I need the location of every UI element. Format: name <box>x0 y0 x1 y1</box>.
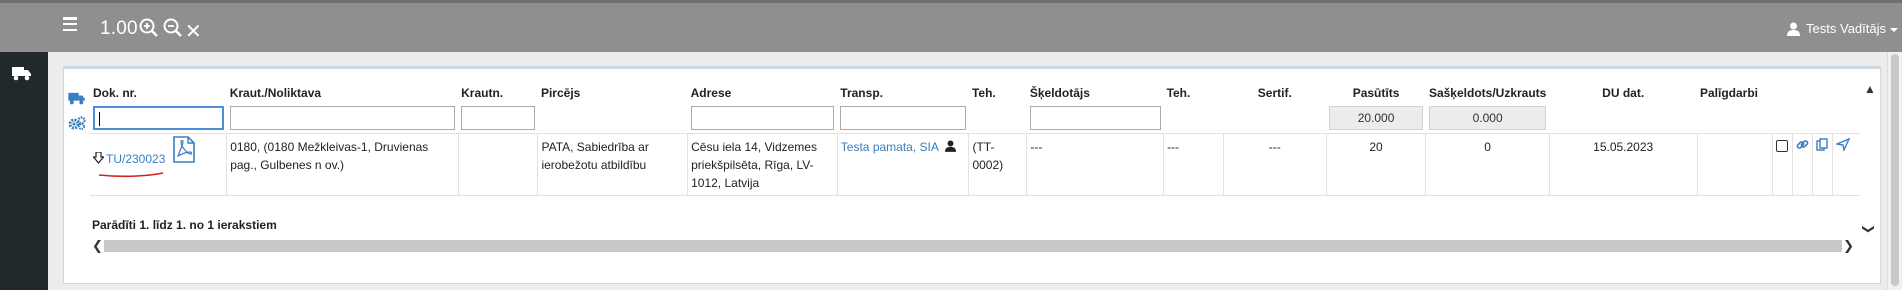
teh-cell: (TT-0002) <box>968 133 1027 196</box>
copy-cell <box>1812 133 1833 196</box>
table-row: TU/230023 0180, (0180 Mežkleivas-1, Druv… <box>90 133 1860 196</box>
user-menu[interactable]: Tests Vadītājs <box>1787 21 1898 36</box>
truck-icon[interactable] <box>12 66 32 86</box>
red-underline-annotation <box>98 172 164 178</box>
col-saskeldots[interactable]: Sašķeldots/Uzkrauts <box>1426 82 1549 104</box>
col-du-dat[interactable]: DU dat. <box>1549 82 1697 104</box>
krautn-filter-input[interactable] <box>461 106 535 130</box>
col-paligdarbi[interactable]: Palīgdarbi <box>1697 82 1773 104</box>
user-icon[interactable] <box>944 139 956 157</box>
download-icon[interactable] <box>92 151 105 169</box>
gears-icon[interactable] <box>68 116 88 135</box>
col-pircejs[interactable]: Pircējs <box>538 82 688 104</box>
krautn-cell <box>457 133 538 196</box>
link-cell <box>1792 133 1813 196</box>
dok-nr-filter-input[interactable] <box>93 106 224 130</box>
adrese-cell: Cēsu iela 14, Vidzemes priekšpilsēta, Rī… <box>687 133 838 196</box>
filter-row: 20.000 0.000 <box>90 104 1860 134</box>
pdf-icon[interactable] <box>172 136 195 168</box>
pasutits-total: 20.000 <box>1329 106 1423 130</box>
col-krautn[interactable]: Krautn. <box>458 82 538 104</box>
data-table: Dok. nr. Kraut./Noliktava Krautn. Pircēj… <box>90 82 1860 196</box>
zoom-reset-icon[interactable]: ✕ <box>185 19 202 44</box>
col-dok-nr[interactable]: Dok. nr. <box>90 82 227 104</box>
kraut-noliktava-cell: 0180, (0180 Mežkleivas-1, Druvienas pag.… <box>226 133 459 196</box>
pasutits-cell: 20 <box>1325 133 1426 196</box>
teh-2-cell: --- <box>1163 133 1224 196</box>
link-icon[interactable] <box>1796 140 1809 154</box>
table-horizontal-scrollbar[interactable]: ❮ ❯ <box>90 238 1856 254</box>
saskeldots-total: 0.000 <box>1428 106 1547 130</box>
kraut-noliktava-filter-input[interactable] <box>229 106 456 130</box>
send-icon[interactable] <box>1834 137 1851 154</box>
document-link[interactable]: TU/230023 <box>106 152 165 166</box>
skeldotajs-cell: --- <box>1026 133 1164 196</box>
sertif-cell: --- <box>1222 133 1327 196</box>
col-action-4 <box>1833 82 1860 104</box>
col-sertif[interactable]: Sertif. <box>1223 82 1326 104</box>
col-adrese[interactable]: Adrese <box>688 82 838 104</box>
table-side-tools <box>68 92 88 141</box>
col-action-3 <box>1813 82 1833 104</box>
col-transp[interactable]: Transp. <box>837 82 969 104</box>
col-action-2 <box>1793 82 1813 104</box>
sidebar <box>0 52 48 290</box>
scroll-left-icon[interactable]: ❮ <box>92 238 103 254</box>
scroll-right-icon[interactable]: ❯ <box>1843 238 1854 254</box>
top-bar: 1.00 ✕ Tests Vadītājs <box>0 0 1902 52</box>
user-name: Tests Vadītājs <box>1806 21 1886 36</box>
chevron-down-icon <box>1890 27 1898 32</box>
truck-icon[interactable] <box>68 92 88 110</box>
transp-link[interactable]: Testa pamata, SIA <box>841 140 938 154</box>
adrese-filter-input[interactable] <box>690 106 835 130</box>
paligdarbi-cell <box>1696 133 1773 196</box>
zoom-in-icon[interactable] <box>139 18 159 38</box>
table-info: Parādīti 1. līdz 1. no 1 ierakstiem <box>92 218 277 232</box>
col-teh-2[interactable]: Teh. <box>1164 82 1224 104</box>
row-checkbox[interactable] <box>1776 140 1789 152</box>
scroll-up-icon[interactable]: ▲ <box>1864 82 1876 96</box>
col-kraut-noliktava[interactable]: Kraut./Noliktava <box>227 82 458 104</box>
saskeldots-cell: 0 <box>1425 133 1550 196</box>
col-skeldotajs[interactable]: Šķeldotājs <box>1027 82 1164 104</box>
du-dat-cell: 15.05.2023 <box>1548 133 1697 196</box>
table-vertical-scrollbar[interactable]: ▲ ❯ <box>1862 82 1878 238</box>
page-scrollbar[interactable] <box>1887 52 1902 290</box>
send-cell <box>1832 133 1860 196</box>
transp-filter-input[interactable] <box>840 106 966 130</box>
skeldotajs-filter-input[interactable] <box>1029 106 1161 130</box>
zoom-out-icon[interactable] <box>163 18 183 38</box>
col-action-1 <box>1773 82 1793 104</box>
col-pasutits[interactable]: Pasūtīts <box>1326 82 1426 104</box>
header-row: Dok. nr. Kraut./Noliktava Krautn. Pircēj… <box>90 82 1860 104</box>
menu-icon[interactable] <box>62 17 78 31</box>
transp-cell: Testa pamata, SIA <box>836 133 969 196</box>
copy-icon[interactable] <box>1816 138 1829 154</box>
pircejs-cell: PATA, Sabiedrība ar ierobežotu atbildību <box>537 133 688 196</box>
checkbox-cell <box>1772 133 1793 196</box>
user-icon <box>1787 22 1801 36</box>
scroll-down-icon[interactable]: ❯ <box>1862 224 1876 234</box>
zoom-level: 1.00 <box>100 18 138 39</box>
col-teh[interactable]: Teh. <box>969 82 1027 104</box>
